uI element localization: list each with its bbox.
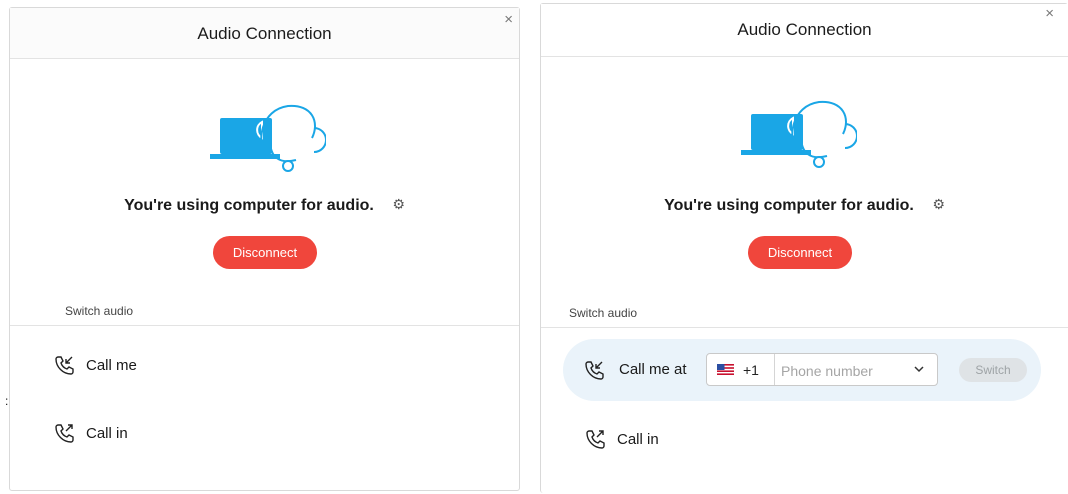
call-in-label: Call in xyxy=(617,430,659,448)
call-outgoing-icon xyxy=(586,430,605,449)
phone-number-input[interactable] xyxy=(779,355,903,386)
disconnect-button[interactable]: Disconnect xyxy=(213,236,317,269)
chevron-down-icon[interactable] xyxy=(913,363,925,375)
close-icon[interactable]: × xyxy=(1045,6,1054,21)
dialog-header: Audio Connection × xyxy=(541,4,1068,57)
gear-icon[interactable]: ⚙ xyxy=(392,196,405,212)
section-divider xyxy=(10,325,519,326)
audio-connection-dialog-right: Audio Connection × You're using computer… xyxy=(540,3,1068,493)
laptop-headset-icon xyxy=(741,100,857,168)
call-incoming-icon xyxy=(55,356,74,375)
switch-audio-label: Switch audio xyxy=(65,304,134,318)
gear-icon[interactable]: ⚙ xyxy=(932,196,945,212)
call-in-option[interactable]: Call in xyxy=(54,423,128,443)
audio-connection-dialog-left: Audio Connection × You're using computer… xyxy=(9,7,520,491)
audio-status-text: You're using computer for audio. xyxy=(124,197,374,214)
phone-number-field[interactable]: +1 xyxy=(706,353,938,386)
dialog-title: Audio Connection xyxy=(197,24,332,43)
call-in-label: Call in xyxy=(86,424,128,442)
call-in-option[interactable]: Call in xyxy=(585,429,659,449)
audio-status: You're using computer for audio. ⚙ xyxy=(541,196,1068,215)
stray-colon: : xyxy=(5,394,9,408)
call-me-at-row[interactable]: Call me at +1 Switch xyxy=(563,339,1041,401)
section-divider xyxy=(541,327,1068,328)
laptop-headset-icon xyxy=(210,104,326,172)
call-me-option[interactable]: Call me xyxy=(54,355,137,375)
call-me-label: Call me xyxy=(86,356,137,374)
dialog-title: Audio Connection xyxy=(737,20,872,39)
us-flag-icon[interactable] xyxy=(717,364,734,375)
audio-status-text: You're using computer for audio. xyxy=(664,197,914,214)
disconnect-button[interactable]: Disconnect xyxy=(748,236,852,269)
call-me-at-label: Call me at xyxy=(619,361,687,378)
switch-button[interactable]: Switch xyxy=(959,358,1027,382)
switch-audio-label: Switch audio xyxy=(569,306,638,320)
country-code[interactable]: +1 xyxy=(743,362,759,378)
field-divider xyxy=(774,354,775,385)
call-incoming-icon xyxy=(585,361,604,380)
close-icon[interactable]: × xyxy=(504,12,513,27)
call-outgoing-icon xyxy=(55,424,74,443)
audio-status: You're using computer for audio. ⚙ xyxy=(10,196,519,215)
dialog-header: Audio Connection × xyxy=(10,8,519,59)
